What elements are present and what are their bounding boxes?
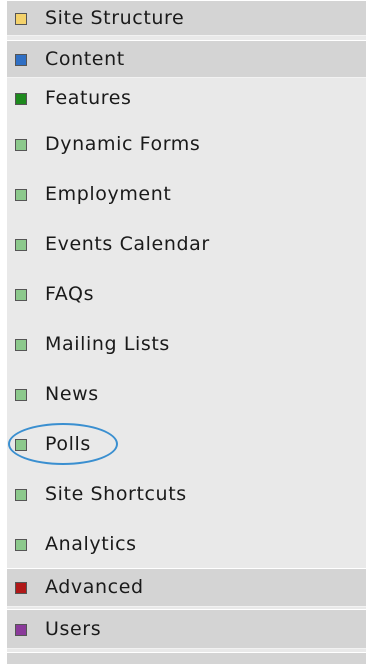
dynamic-forms-color-icon	[15, 139, 27, 151]
menu-item-label: Analytics	[45, 533, 137, 555]
menu-item-label: Employment	[45, 183, 172, 205]
menu-item-label: Features	[45, 87, 132, 109]
content-color-icon	[15, 54, 27, 66]
site-structure-color-icon	[15, 13, 27, 25]
menu-item-label: Dynamic Forms	[45, 133, 201, 155]
menu-item-label: Events Calendar	[45, 233, 210, 255]
menu-item-news[interactable]: News	[7, 375, 366, 415]
mailing-lists-color-icon	[15, 339, 27, 351]
events-calendar-color-icon	[15, 239, 27, 251]
menu-item-polls[interactable]: Polls	[7, 425, 366, 465]
site-shortcuts-color-icon	[15, 489, 27, 501]
menu-item-events-calendar[interactable]: Events Calendar	[7, 225, 366, 265]
menu-item-content[interactable]: Content	[7, 40, 366, 78]
menu-item-site-structure[interactable]: Site Structure	[7, 0, 366, 36]
menu-item-advanced[interactable]: Advanced	[7, 568, 366, 607]
menu-item-label: Site Structure	[45, 7, 185, 29]
menu-item-faqs[interactable]: FAQs	[7, 275, 366, 315]
menu-item-site-shortcuts[interactable]: Site Shortcuts	[7, 475, 366, 515]
menu-item-mailing-lists[interactable]: Mailing Lists	[7, 325, 366, 365]
menu-item-label: FAQs	[45, 283, 95, 305]
menu-item-analytics[interactable]: Analytics	[7, 525, 366, 565]
menu-item-label: Polls	[45, 433, 91, 455]
menu-item-features[interactable]: Features	[7, 80, 366, 118]
menu-item-users[interactable]: Users	[7, 609, 366, 649]
analytics-color-icon	[15, 539, 27, 551]
menu-item-label: News	[45, 383, 99, 405]
employment-color-icon	[15, 189, 27, 201]
features-color-icon	[15, 93, 27, 105]
menu-item-label: Content	[45, 48, 125, 70]
side-menu: Site Structure Content Features Dynamic …	[7, 0, 366, 663]
menu-item-dynamic-forms[interactable]: Dynamic Forms	[7, 125, 366, 165]
advanced-color-icon	[15, 582, 27, 594]
menu-item-label: Advanced	[45, 576, 144, 598]
news-color-icon	[15, 389, 27, 401]
menu-item-label: Site Shortcuts	[45, 483, 187, 505]
faqs-color-icon	[15, 289, 27, 301]
menu-item-label: Mailing Lists	[45, 333, 170, 355]
polls-color-icon	[15, 439, 27, 451]
users-color-icon	[15, 624, 27, 636]
menu-item-label: Users	[45, 618, 102, 640]
menu-bottom-edge	[7, 652, 366, 664]
menu-item-employment[interactable]: Employment	[7, 175, 366, 215]
